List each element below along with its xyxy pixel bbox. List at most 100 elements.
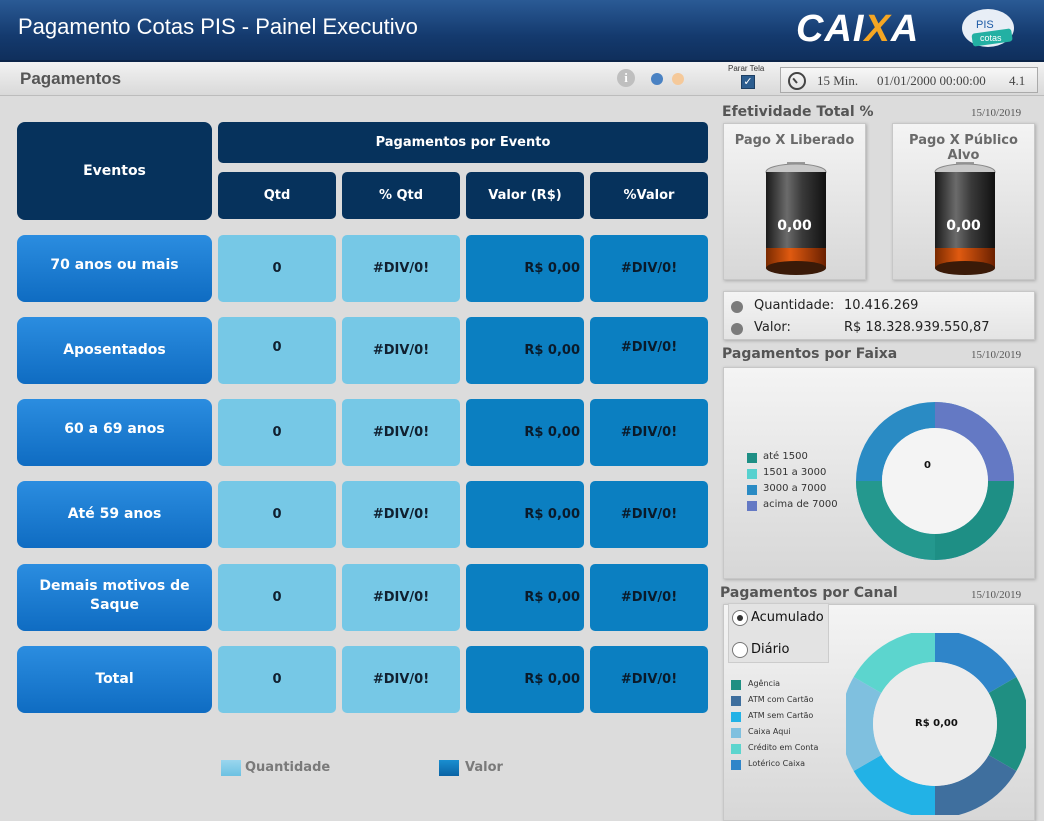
legend-swatch [731, 696, 741, 706]
event-button[interactable]: 60 a 69 anos [17, 399, 212, 466]
cell-valor: R$ 0,00 [466, 564, 584, 631]
faixa-donut-chart [856, 402, 1014, 560]
col-header-pct-valor: %Valor [590, 172, 708, 219]
group-header: Pagamentos por Evento [218, 122, 708, 163]
info-icon[interactable]: i [617, 69, 635, 87]
legend-label: até 1500 [763, 451, 808, 462]
battery-value: 0,00 [946, 218, 981, 234]
cell-qtd: 0 [218, 317, 336, 384]
cell-pct-valor: #DIV/0! [590, 646, 708, 713]
cell-pct-qtd: #DIV/0! [342, 399, 460, 466]
cell-valor: R$ 0,00 [466, 235, 584, 302]
page-title: Pagamentos [20, 69, 122, 88]
legend-swatch [747, 501, 757, 511]
cell-qtd: 0 [218, 646, 336, 713]
valor-value: R$ 18.328.939.550,87 [844, 320, 990, 335]
legend-swatch [731, 744, 741, 754]
col-header-qtd: Qtd [218, 172, 336, 219]
pis-cotas-logo: PIS cotas [962, 9, 1014, 47]
faixa-center-value: 0 [924, 460, 931, 471]
legend-value-swatch [439, 760, 459, 776]
cell-qtd: 0 [218, 481, 336, 548]
cell-pct-valor: #DIV/0! [590, 235, 708, 302]
version: 4.1 [1009, 73, 1026, 88]
legend-label: 1501 a 3000 [763, 467, 827, 478]
battery-label: Pago X Liberado [734, 133, 855, 148]
legend-label: Caixa Aqui [748, 727, 791, 736]
faixa-title: Pagamentos por Faixa [722, 346, 898, 362]
radio-acumulado[interactable] [732, 610, 748, 626]
cell-qtd: 0 [218, 235, 336, 302]
event-button[interactable]: Demais motivos de Saque [17, 564, 212, 631]
event-button[interactable]: 70 anos ou mais [17, 235, 212, 302]
valor-dot-icon [731, 323, 743, 335]
quantidade-value: 10.416.269 [844, 298, 919, 313]
legend-swatch [731, 728, 741, 738]
battery-panel-liberado: Pago X Liberado 0,00 [723, 123, 866, 280]
events-header: Eventos [17, 122, 212, 220]
caixa-logo: CAIXA [796, 8, 920, 50]
canal-mode-radio-group: Acumulado Diário [728, 603, 829, 663]
quantidade-label: Quantidade: [754, 298, 835, 313]
cell-valor: R$ 0,00 [466, 646, 584, 713]
cell-qtd: 0 [218, 399, 336, 466]
efetividade-title: Efetividade Total % [722, 104, 874, 120]
app-header: Pagamento Cotas PIS - Painel Executivo C… [0, 0, 1044, 62]
legend-swatch [747, 469, 757, 479]
battery-panel-publico: Pago X Público Alvo 0,00 [892, 123, 1035, 280]
cell-pct-qtd: #DIV/0! [342, 317, 460, 384]
quantidade-dot-icon [731, 301, 743, 313]
legend-label: 3000 a 7000 [763, 483, 827, 494]
legend-swatch [731, 760, 741, 770]
page-indicator-dot-2[interactable] [672, 73, 684, 85]
svg-text:cotas: cotas [980, 33, 1002, 43]
battery-value: 0,00 [777, 218, 812, 234]
faixa-chart-panel: até 1500 1501 a 3000 3000 a 7000 acima d… [723, 367, 1035, 579]
cell-pct-valor: #DIV/0! [590, 564, 708, 631]
totals-panel: Quantidade: 10.416.269 Valor: R$ 18.328.… [723, 291, 1035, 340]
refresh-interval: 15 Min. [817, 73, 859, 88]
canal-center-value: R$ 0,00 [915, 718, 958, 729]
app-title: Pagamento Cotas PIS - Painel Executivo [18, 14, 418, 39]
radio-acumulado-label[interactable]: Acumulado [751, 610, 824, 625]
legend-swatch [747, 485, 757, 495]
legend-swatch [731, 680, 741, 690]
cell-valor: R$ 0,00 [466, 481, 584, 548]
canal-title: Pagamentos por Canal [720, 585, 898, 601]
svg-text:PIS: PIS [976, 19, 994, 31]
col-header-pct-qtd: % Qtd [342, 172, 460, 219]
radio-diario-label[interactable]: Diário [751, 642, 790, 657]
legend-swatch [731, 712, 741, 722]
stop-screen-label: Parar Tela [728, 64, 765, 73]
event-button[interactable]: Total [17, 646, 212, 713]
stop-screen-checkbox[interactable]: ✓ [741, 75, 755, 89]
legend-label: ATM com Cartão [748, 695, 814, 704]
legend-label: ATM sem Cartão [748, 711, 814, 720]
event-button[interactable]: Aposentados [17, 317, 212, 384]
legend-label: acima de 7000 [763, 499, 838, 510]
radio-diario[interactable] [732, 642, 748, 658]
cell-pct-qtd: #DIV/0! [342, 646, 460, 713]
legend-label: Lotérico Caixa [748, 759, 805, 768]
legend-label: Crédito em Conta [748, 743, 819, 752]
event-button[interactable]: Até 59 anos [17, 481, 212, 548]
clock-icon [788, 72, 806, 90]
cell-pct-qtd: #DIV/0! [342, 481, 460, 548]
legend-quantity-swatch [221, 760, 241, 776]
canal-date: 15/10/2019 [971, 589, 1022, 601]
valor-label: Valor: [754, 320, 791, 335]
legend-quantity-label: Quantidade [245, 760, 331, 775]
cell-qtd: 0 [218, 564, 336, 631]
legend-swatch [747, 453, 757, 463]
last-update-datetime: 01/01/2000 00:00:00 [877, 73, 986, 88]
col-header-valor: Valor (R$) [466, 172, 584, 219]
page-indicator-dot-1[interactable] [651, 73, 663, 85]
legend-value-label: Valor [465, 760, 503, 775]
status-panel: 15 Min. 01/01/2000 00:00:00 4.1 [780, 67, 1038, 93]
cell-valor: R$ 0,00 [466, 317, 584, 384]
cell-pct-qtd: #DIV/0! [342, 564, 460, 631]
cell-pct-valor: #DIV/0! [590, 317, 708, 384]
cell-pct-valor: #DIV/0! [590, 399, 708, 466]
cell-pct-valor: #DIV/0! [590, 481, 708, 548]
faixa-date: 15/10/2019 [971, 349, 1022, 361]
